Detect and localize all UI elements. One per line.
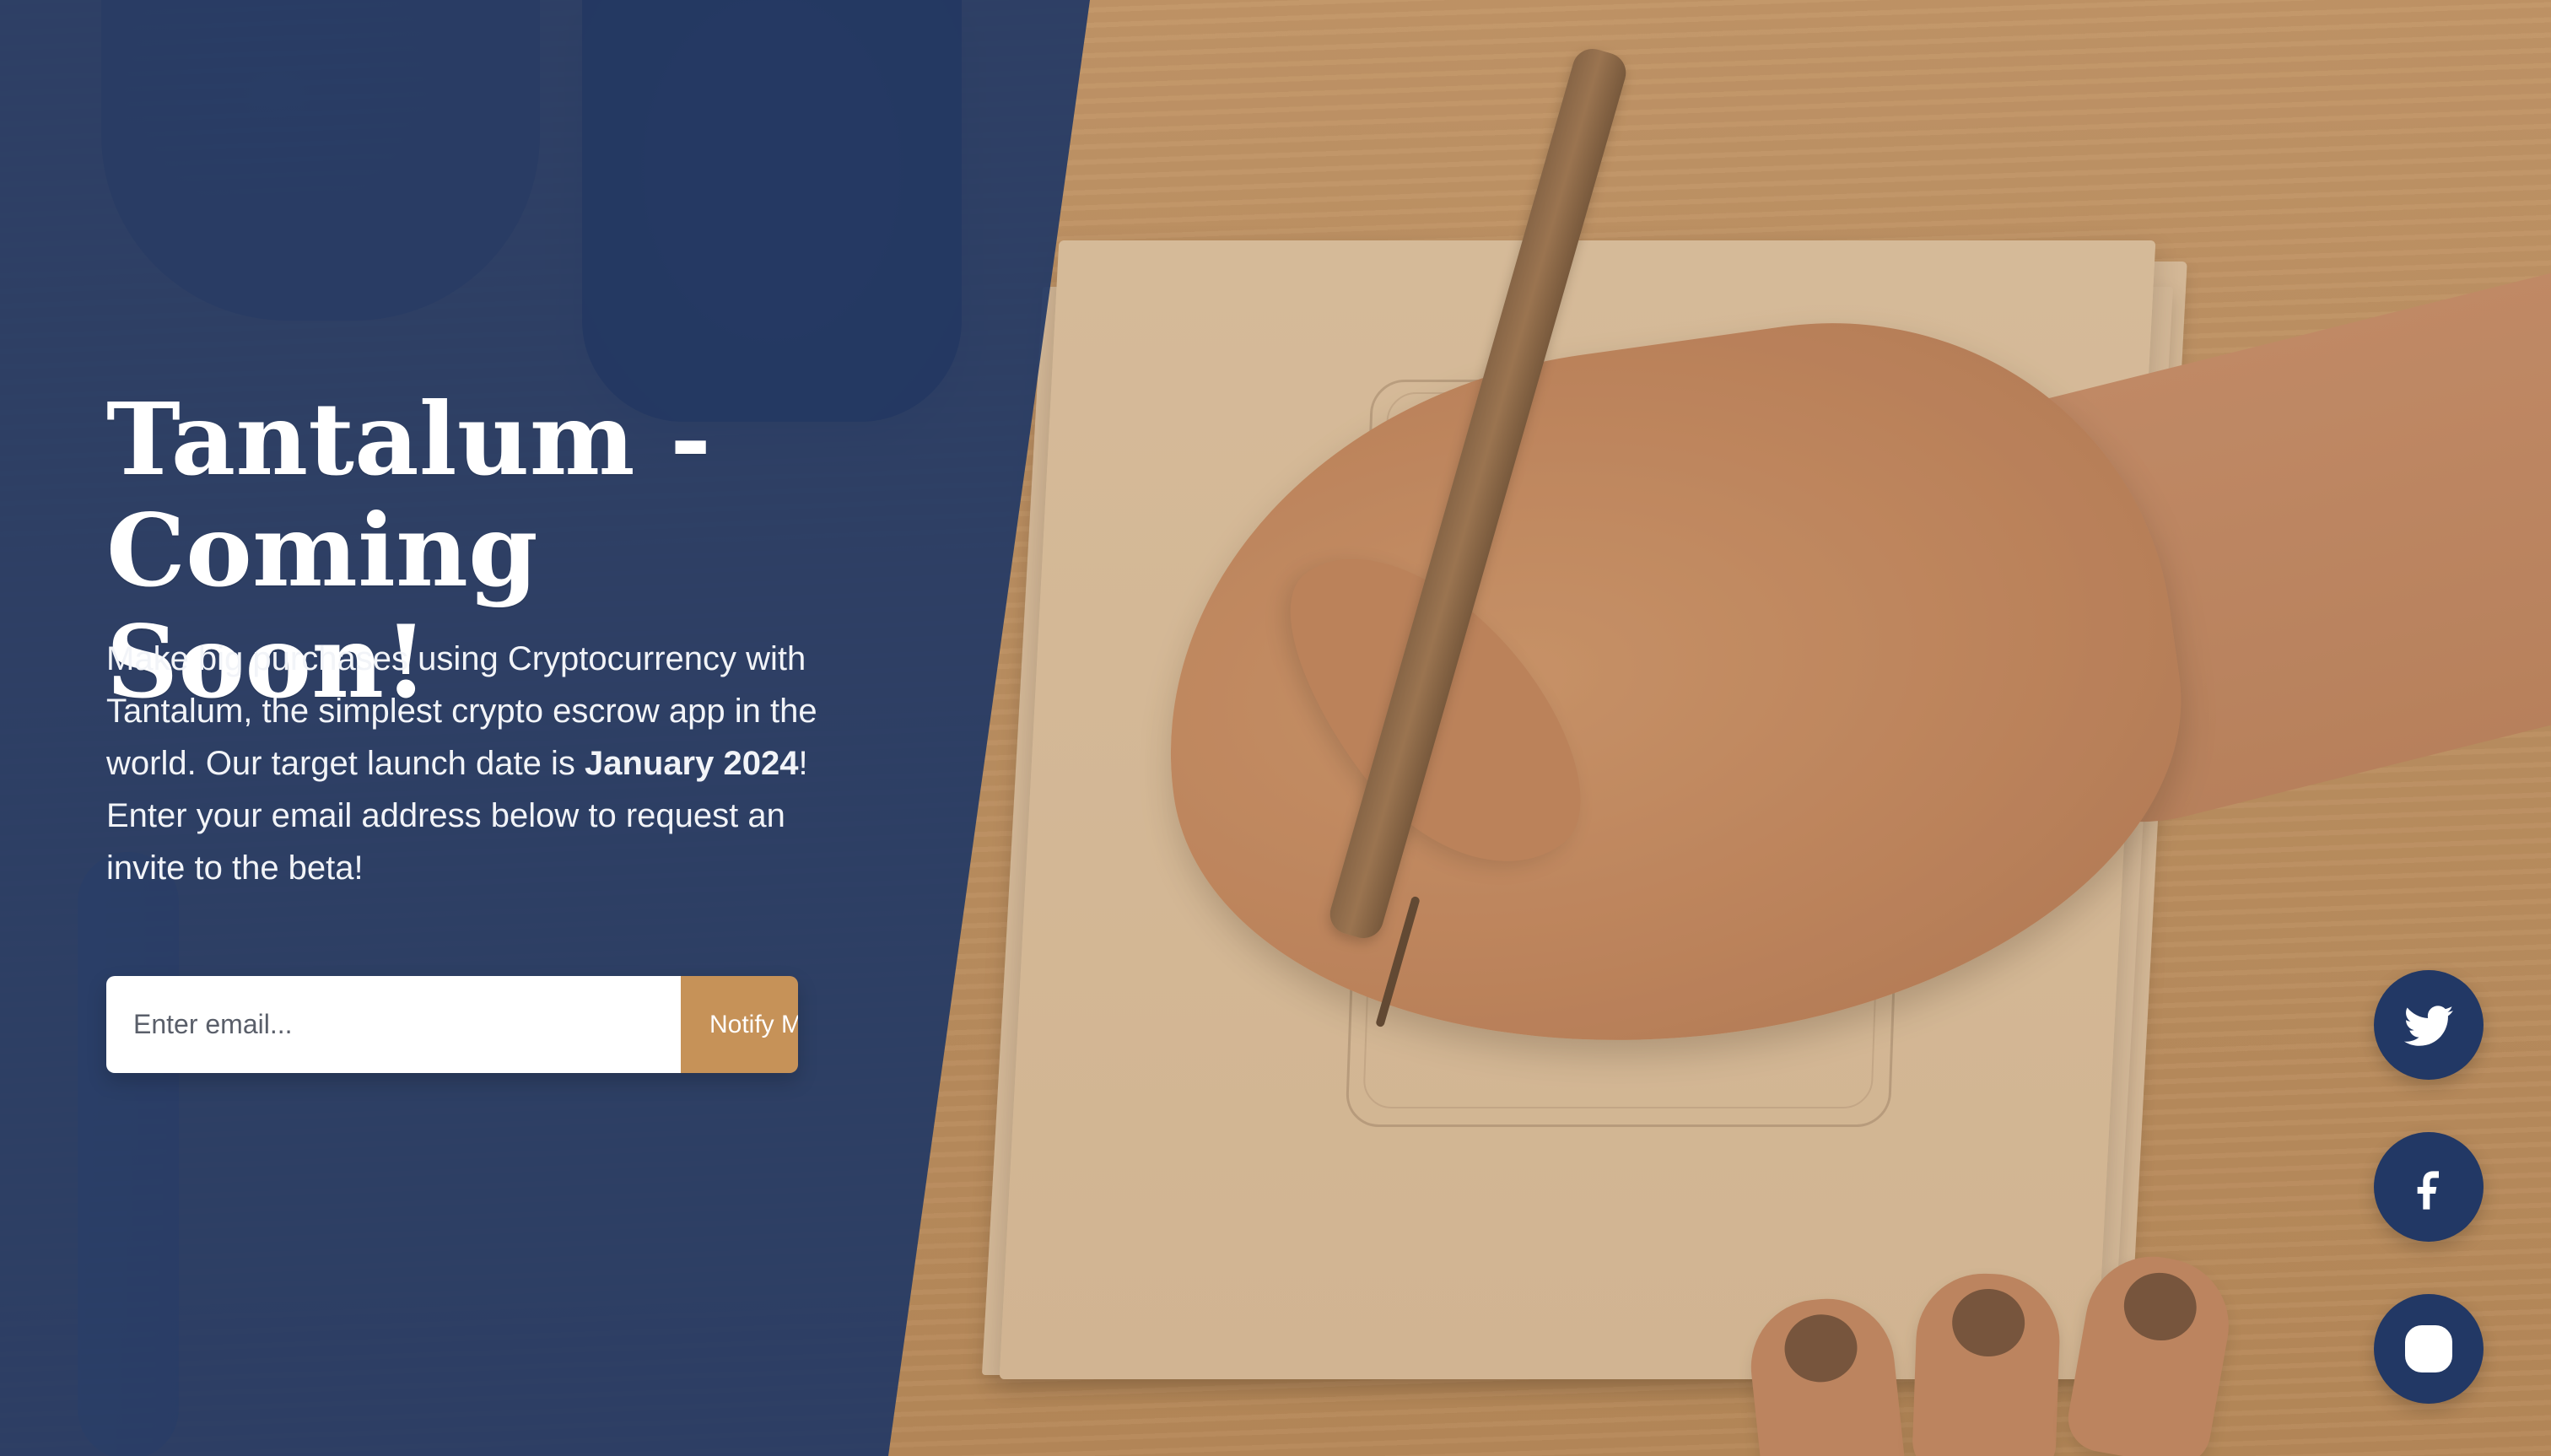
twitter-icon (2403, 1006, 2454, 1046)
fingernail (1950, 1287, 2026, 1358)
notify-me-button[interactable]: Notify Me! (681, 976, 798, 1073)
instagram-icon (2405, 1325, 2452, 1372)
email-input[interactable] (106, 976, 681, 1073)
launch-date-highlight: January 2024 (584, 745, 799, 782)
instagram-button[interactable] (2374, 1294, 2484, 1404)
twitter-button[interactable] (2374, 970, 2484, 1080)
fingertip (1911, 1271, 2063, 1456)
email-signup-form: Notify Me! (106, 976, 798, 1073)
fingernail (1781, 1311, 1861, 1386)
facebook-icon (2417, 1171, 2439, 1210)
fingernail (2118, 1267, 2203, 1346)
facebook-button[interactable] (2374, 1132, 2484, 1242)
hero-description: Make big purchases using Cryptocurrency … (106, 633, 832, 894)
